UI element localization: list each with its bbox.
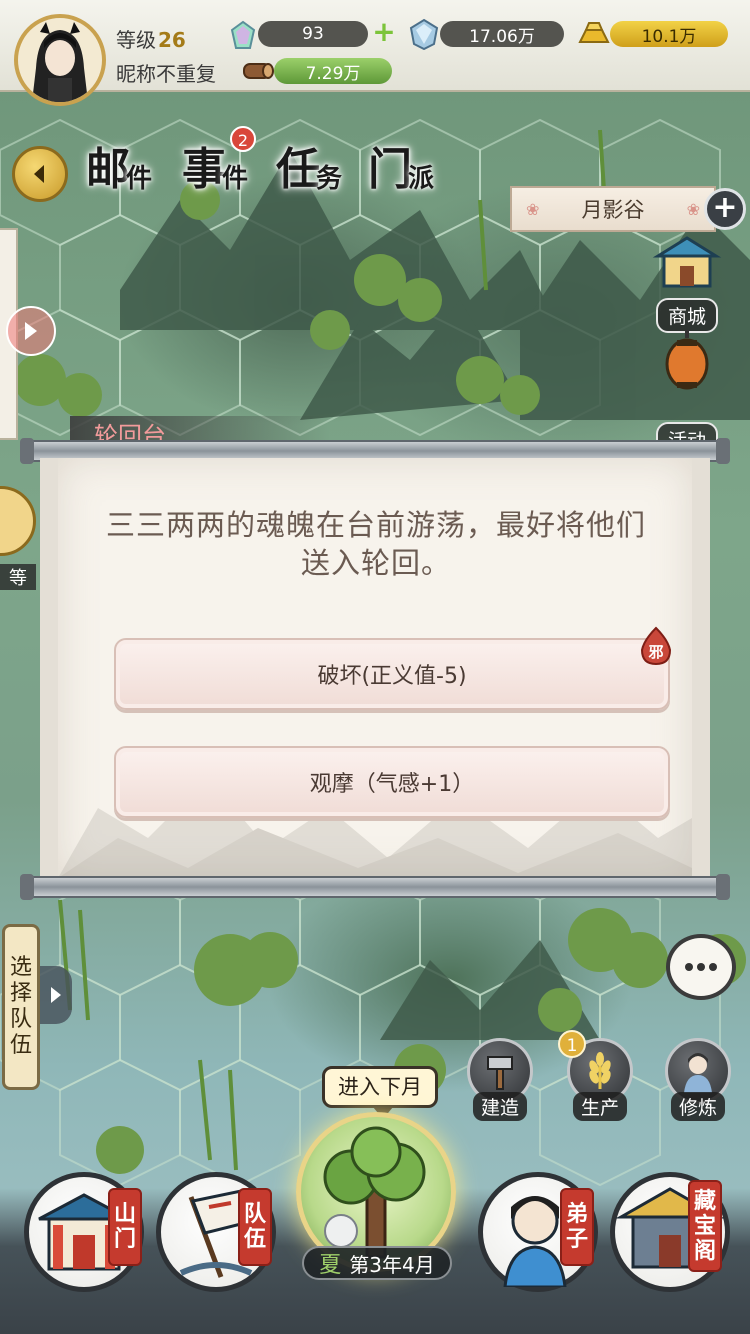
cultivator-portrait-icon bbox=[684, 1053, 712, 1093]
tree-icon bbox=[323, 1126, 426, 1259]
wood-amount: 7.29万 bbox=[274, 58, 392, 84]
nav-sect[interactable]: 门 派 bbox=[368, 130, 434, 200]
back-button[interactable] bbox=[12, 146, 68, 202]
location-banner[interactable]: ❀ 月影谷 ❀ bbox=[510, 186, 716, 232]
flower-icon: ❀ bbox=[686, 200, 700, 219]
nav-tasks[interactable]: 任 务 bbox=[276, 130, 342, 200]
treasury-char: 藏 bbox=[693, 1187, 716, 1214]
scroll-rod-bottom bbox=[20, 874, 730, 900]
arrow-left-icon bbox=[34, 165, 44, 183]
event-description: 三三两两的魂魄在台前游荡，最好将他们送入轮回。 bbox=[105, 508, 646, 580]
gold-amount: 10.1万 bbox=[610, 21, 728, 47]
player-level: 等级 26 bbox=[116, 28, 186, 52]
nav-tasks-char1: 任 bbox=[276, 144, 320, 195]
team-tag: 队 伍 bbox=[238, 1188, 272, 1266]
treasury-tag: 藏 宝 阁 bbox=[688, 1180, 722, 1272]
select-team-char: 择 bbox=[9, 981, 32, 1006]
crystal-amount: 17.06万 bbox=[440, 21, 564, 47]
mountain-gate-char: 门 bbox=[113, 1226, 136, 1252]
character-portrait-icon bbox=[32, 22, 88, 102]
mountain-gate-tag: 山 门 bbox=[108, 1188, 142, 1266]
arrow-right-icon bbox=[25, 322, 37, 340]
crystal-icon bbox=[409, 18, 439, 50]
date-display: 夏 第3年4月 bbox=[302, 1246, 452, 1280]
wood-log-icon bbox=[243, 63, 274, 79]
produce-button[interactable]: 1 生产 bbox=[558, 1030, 636, 1121]
evil-flame-icon: 邪 bbox=[640, 626, 672, 666]
select-team-char: 队 bbox=[9, 1007, 32, 1032]
choice-observe-label: 观摩（气感+1） bbox=[309, 772, 475, 797]
left-partial-label: 等 bbox=[0, 564, 36, 590]
date-label: 第3年4月 bbox=[349, 1252, 435, 1277]
nav-mail-char1: 邮 bbox=[86, 144, 130, 195]
choice-destroy-label: 破坏(正义值-5) bbox=[317, 664, 467, 689]
nav-mail[interactable]: 邮 件 bbox=[86, 130, 152, 200]
hammer-icon bbox=[487, 1056, 513, 1090]
add-jade-button[interactable]: + bbox=[372, 18, 396, 46]
next-month-hint[interactable]: 进入下月 bbox=[322, 1066, 438, 1119]
chat-button[interactable] bbox=[666, 934, 736, 1000]
events-badge: 2 bbox=[230, 126, 256, 152]
build-label: 建造 bbox=[472, 1092, 528, 1121]
nav-events-char2: 件 bbox=[222, 163, 249, 194]
cultivate-label: 修炼 bbox=[670, 1092, 726, 1121]
treasury-char: 阁 bbox=[693, 1237, 716, 1264]
team-expand-button[interactable] bbox=[40, 966, 72, 1024]
shop-building-icon bbox=[652, 236, 722, 288]
location-add-button[interactable]: + bbox=[704, 188, 746, 230]
disciples-char: 子 bbox=[565, 1226, 588, 1252]
jade-gem-icon bbox=[230, 20, 256, 49]
nav-sect-char2: 派 bbox=[408, 163, 435, 194]
shop-button[interactable]: 商城 bbox=[644, 232, 730, 333]
nav-sect-char1: 门 bbox=[368, 144, 412, 195]
event-dialog: 三三两两的魂魄在台前游荡，最好将他们送入轮回。 破坏(正义值-5) 邪 观摩（气… bbox=[40, 458, 710, 878]
disciples-char: 弟 bbox=[565, 1201, 588, 1227]
mountain-gate-char: 山 bbox=[113, 1201, 136, 1227]
disciples-tag: 弟 子 bbox=[560, 1188, 594, 1266]
season-label: 夏 bbox=[319, 1253, 342, 1278]
flower-icon: ❀ bbox=[526, 200, 540, 219]
player-avatar[interactable] bbox=[14, 14, 106, 106]
treasury-char: 宝 bbox=[693, 1212, 716, 1239]
select-team-char: 选 bbox=[9, 955, 32, 980]
arrow-right-icon bbox=[51, 987, 61, 1003]
left-partial-button[interactable]: 等 bbox=[0, 486, 36, 596]
produce-label: 生产 bbox=[572, 1092, 628, 1121]
activity-button[interactable]: 活动 bbox=[644, 330, 730, 440]
select-team-char: 伍 bbox=[9, 1033, 32, 1058]
select-team-button[interactable]: 选 择 队 伍 bbox=[2, 924, 40, 1090]
nav-events-char1: 事 bbox=[182, 144, 226, 195]
left-expand-button[interactable] bbox=[6, 306, 56, 356]
produce-count-badge: 1 bbox=[558, 1030, 586, 1058]
evil-tag-text: 邪 bbox=[647, 643, 663, 661]
player-nickname: 昵称不重复 bbox=[116, 62, 216, 86]
lantern-icon bbox=[665, 330, 709, 390]
team-char: 伍 bbox=[243, 1226, 266, 1252]
team-char: 队 bbox=[243, 1201, 266, 1227]
shop-label: 商城 bbox=[655, 298, 718, 333]
chat-bubble-icon bbox=[685, 963, 717, 971]
cultivate-button[interactable]: 修炼 bbox=[662, 1038, 734, 1121]
build-button[interactable]: 建造 bbox=[464, 1038, 536, 1121]
activity-label: 活动 bbox=[655, 422, 718, 440]
gold-ingot-icon bbox=[578, 22, 610, 43]
jade-amount: 93 bbox=[258, 21, 368, 47]
location-name: 月影谷 bbox=[581, 198, 645, 222]
nav-tasks-char2: 务 bbox=[316, 163, 343, 194]
choice-observe-button[interactable]: 观摩（气感+1） bbox=[114, 746, 670, 818]
wheat-icon bbox=[589, 1052, 611, 1089]
nav-mail-char2: 件 bbox=[126, 163, 153, 194]
choice-destroy-button[interactable]: 破坏(正义值-5) 邪 bbox=[114, 626, 672, 710]
